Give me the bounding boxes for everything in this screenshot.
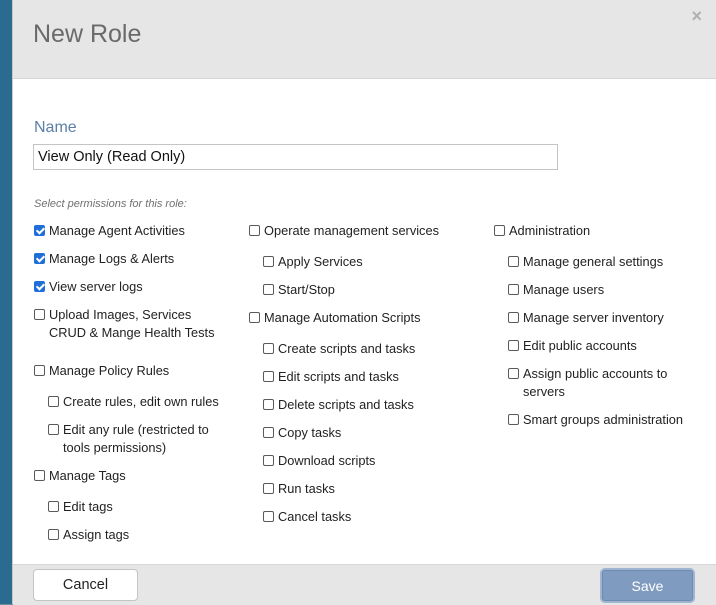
checkbox[interactable] [48,501,59,512]
close-icon[interactable]: × [691,6,702,26]
permissions-hint: Select permissions for this role: [34,198,187,210]
checkbox[interactable] [508,340,519,351]
perm-label: Manage general settings [523,254,664,269]
perm-label: Delete scripts and tasks [278,397,414,412]
perm-create-rules[interactable]: Create rules, edit own rules [48,393,238,411]
perm-smart-groups-admin[interactable]: Smart groups administration [508,411,708,429]
checkbox[interactable] [34,309,45,320]
checkbox[interactable] [508,368,519,379]
perm-label: Administration [509,223,591,238]
checkbox[interactable] [34,470,45,481]
checkbox[interactable] [263,511,274,522]
perm-manage-general-settings[interactable]: Manage general settings [508,253,708,271]
perm-manage-tags[interactable]: Manage Tags [34,467,234,485]
perm-assign-public-accounts[interactable]: Assign public accounts to servers [508,365,683,401]
checkbox[interactable] [34,253,45,264]
perm-manage-agent-activities[interactable]: Manage Agent Activities [34,222,234,240]
perm-download-scripts[interactable]: Download scripts [263,452,463,470]
perm-upload-images[interactable]: Upload Images, Services CRUD & Mange Hea… [34,306,224,342]
perm-manage-automation-scripts[interactable]: Manage Automation Scripts [249,309,469,327]
perm-edit-tags[interactable]: Edit tags [48,498,228,516]
perm-label: Edit public accounts [523,338,637,353]
perm-label: Assign tags [63,527,130,542]
perm-cancel-tasks[interactable]: Cancel tasks [263,508,463,526]
perm-label: Manage Automation Scripts [264,310,421,325]
perm-label: Manage Logs & Alerts [49,251,175,266]
perm-label: Cancel tasks [278,509,352,524]
checkbox[interactable] [494,225,505,236]
checkbox[interactable] [34,225,45,236]
name-label: Name [34,119,77,136]
checkbox[interactable] [508,256,519,267]
dialog-footer: Cancel Save [13,564,716,605]
checkbox[interactable] [48,396,59,407]
perm-view-server-logs[interactable]: View server logs [34,278,234,296]
checkbox[interactable] [263,399,274,410]
perm-label: Manage Agent Activities [49,223,185,238]
perm-label: Smart groups administration [523,412,684,427]
checkbox[interactable] [34,365,45,376]
perm-label: Create rules, edit own rules [63,394,219,409]
perm-edit-scripts[interactable]: Edit scripts and tasks [263,368,463,386]
perm-label: Run tasks [278,481,335,496]
checkbox[interactable] [48,529,59,540]
checkbox[interactable] [249,312,260,323]
perm-label: Manage users [523,282,605,297]
checkbox[interactable] [48,424,59,435]
perm-start-stop[interactable]: Start/Stop [263,281,463,299]
perm-create-scripts[interactable]: Create scripts and tasks [263,340,463,358]
perm-label: Assign public accounts to servers [523,366,668,399]
perm-label: Operate management services [264,223,439,238]
perm-label: Edit any rule (restricted to tools permi… [63,422,209,455]
dialog-title: New Role [33,20,142,48]
perm-edit-any-rule[interactable]: Edit any rule (restricted to tools permi… [48,421,228,457]
dialog-header: New Role × [13,0,716,79]
perm-label: Create scripts and tasks [278,341,416,356]
checkbox[interactable] [263,483,274,494]
background-page-strip [0,0,12,604]
cancel-button[interactable]: Cancel [33,569,138,601]
checkbox[interactable] [263,371,274,382]
checkbox[interactable] [508,312,519,323]
perm-label: Manage Tags [49,468,126,483]
perm-label: Upload Images, Services CRUD & Mange Hea… [49,307,215,340]
checkbox[interactable] [263,256,274,267]
perm-manage-server-inventory[interactable]: Manage server inventory [508,309,708,327]
perm-copy-tasks[interactable]: Copy tasks [263,424,463,442]
save-button[interactable]: Save [602,570,693,601]
checkbox[interactable] [34,281,45,292]
checkbox[interactable] [263,455,274,466]
perm-label: Manage Policy Rules [49,363,170,378]
checkbox[interactable] [508,284,519,295]
perm-assign-tags[interactable]: Assign tags [48,526,228,544]
perm-label: Apply Services [278,254,363,269]
perm-label: Edit tags [63,499,113,514]
perm-apply-services[interactable]: Apply Services [263,253,463,271]
perm-edit-public-accounts[interactable]: Edit public accounts [508,337,708,355]
perm-run-tasks[interactable]: Run tasks [263,480,463,498]
perm-manage-policy-rules[interactable]: Manage Policy Rules [34,362,234,380]
perm-label: Download scripts [278,453,376,468]
perm-manage-users[interactable]: Manage users [508,281,708,299]
perm-delete-scripts[interactable]: Delete scripts and tasks [263,396,463,414]
checkbox[interactable] [263,343,274,354]
new-role-dialog: New Role × Name Select permissions for t… [12,0,716,605]
checkbox[interactable] [249,225,260,236]
checkbox[interactable] [508,414,519,425]
perm-operate-mgmt-services[interactable]: Operate management services [249,222,469,240]
perm-label: Edit scripts and tasks [278,369,399,384]
perm-administration[interactable]: Administration [494,222,694,240]
perm-label: Manage server inventory [523,310,664,325]
perm-label: Start/Stop [278,282,335,297]
perm-label: Copy tasks [278,425,342,440]
checkbox[interactable] [263,427,274,438]
perm-manage-logs-alerts[interactable]: Manage Logs & Alerts [34,250,234,268]
perm-label: View server logs [49,279,143,294]
role-name-input[interactable] [33,144,558,170]
checkbox[interactable] [263,284,274,295]
